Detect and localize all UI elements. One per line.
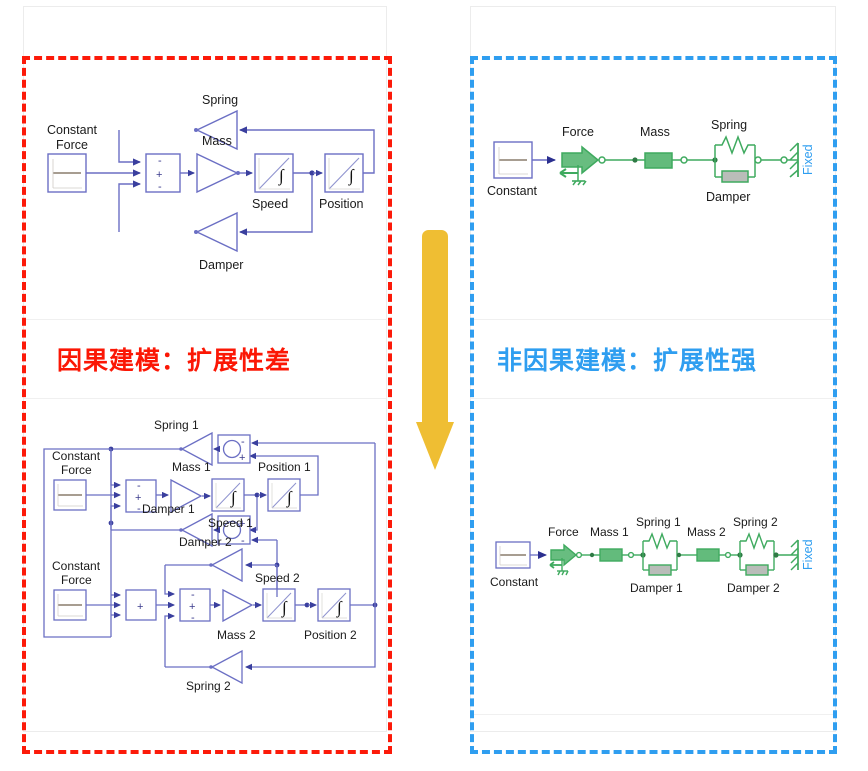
- force-label: Force: [562, 125, 594, 139]
- mass-label: Mass: [202, 134, 232, 148]
- sum-sign-minus: -: [137, 480, 141, 492]
- constant-label: Constant: [487, 184, 538, 198]
- position-2-label: Position 2: [304, 628, 357, 642]
- spring-label: Spring: [202, 93, 238, 107]
- spring-1-label: Spring 1: [154, 418, 199, 432]
- speed-1-label: Speed 1: [208, 516, 253, 530]
- damper-1-label: Damper 1: [142, 502, 195, 516]
- force-label: Force: [548, 525, 579, 539]
- acausal-caption: 非因果建模：扩展性强: [497, 347, 758, 375]
- sum-sign-minus: -: [191, 612, 195, 624]
- mass-2-label: Mass 2: [687, 525, 726, 539]
- causal-caption: 因果建模：扩展性差: [57, 347, 292, 375]
- mass-1-label: Mass 1: [590, 525, 629, 539]
- damper-2-label: Damper 2: [727, 581, 780, 595]
- fixed-label: Fixed: [801, 144, 815, 175]
- causal-single-mass-diagram: - + - ∫ ∫ Constant Force Mass Speed Posi…: [34, 66, 384, 296]
- speed-2-label: Speed 2: [255, 571, 300, 585]
- sum-circle-sign-plus: +: [239, 452, 245, 464]
- sum-circle-sign-minus: -: [241, 535, 245, 547]
- spring-2-label: Spring 2: [186, 679, 231, 693]
- constant-force-label-line2: Force: [56, 138, 88, 152]
- spring-2-label: Spring 2: [733, 515, 778, 529]
- spring-label: Spring: [711, 118, 747, 132]
- damper-label: Damper: [706, 190, 750, 204]
- sum-sign-minus: -: [158, 155, 162, 167]
- constant-label: Constant: [490, 575, 539, 589]
- damper-2-label: Damper 2: [179, 535, 232, 549]
- constant-force-2-label-line1: Constant: [52, 559, 101, 573]
- fixed-label: Fixed: [801, 539, 815, 570]
- spring-1-label: Spring 1: [636, 515, 681, 529]
- damper-label: Damper: [199, 258, 243, 272]
- mass-2-label: Mass 2: [217, 628, 256, 642]
- constant-force-label-line1: Constant: [47, 123, 98, 137]
- position-1-label: Position 1: [258, 460, 311, 474]
- down-arrow-icon: [415, 226, 455, 474]
- mass-1-label: Mass 1: [172, 460, 211, 474]
- constant-force-1-label-line1: Constant: [52, 449, 101, 463]
- mass-label: Mass: [640, 125, 670, 139]
- speed-label: Speed: [252, 197, 288, 211]
- sum-circle-sign-minus: -: [241, 436, 245, 448]
- sum-sign-plus: +: [156, 169, 162, 181]
- sum-sign-minus: -: [137, 503, 141, 515]
- acausal-single-mass-diagram: Constant Force Mass Spring Damper Fixed: [482, 115, 822, 225]
- constant-force-2-label-line2: Force: [61, 573, 92, 587]
- causal-two-mass-diagram: - + - - + + - + - + - ∫ ∫ ∫ ∫ Constant F…: [34, 405, 386, 715]
- sum-sign-minus: -: [191, 589, 195, 601]
- damper-1-label: Damper 1: [630, 581, 683, 595]
- constant-force-1-label-line2: Force: [61, 463, 92, 477]
- position-label: Position: [319, 197, 364, 211]
- sum-sign-plus: +: [137, 601, 143, 613]
- sum-sign-minus: -: [158, 181, 162, 193]
- acausal-two-mass-diagram: Constant Force Mass 1 Spring 1 Damper 1 …: [490, 510, 826, 610]
